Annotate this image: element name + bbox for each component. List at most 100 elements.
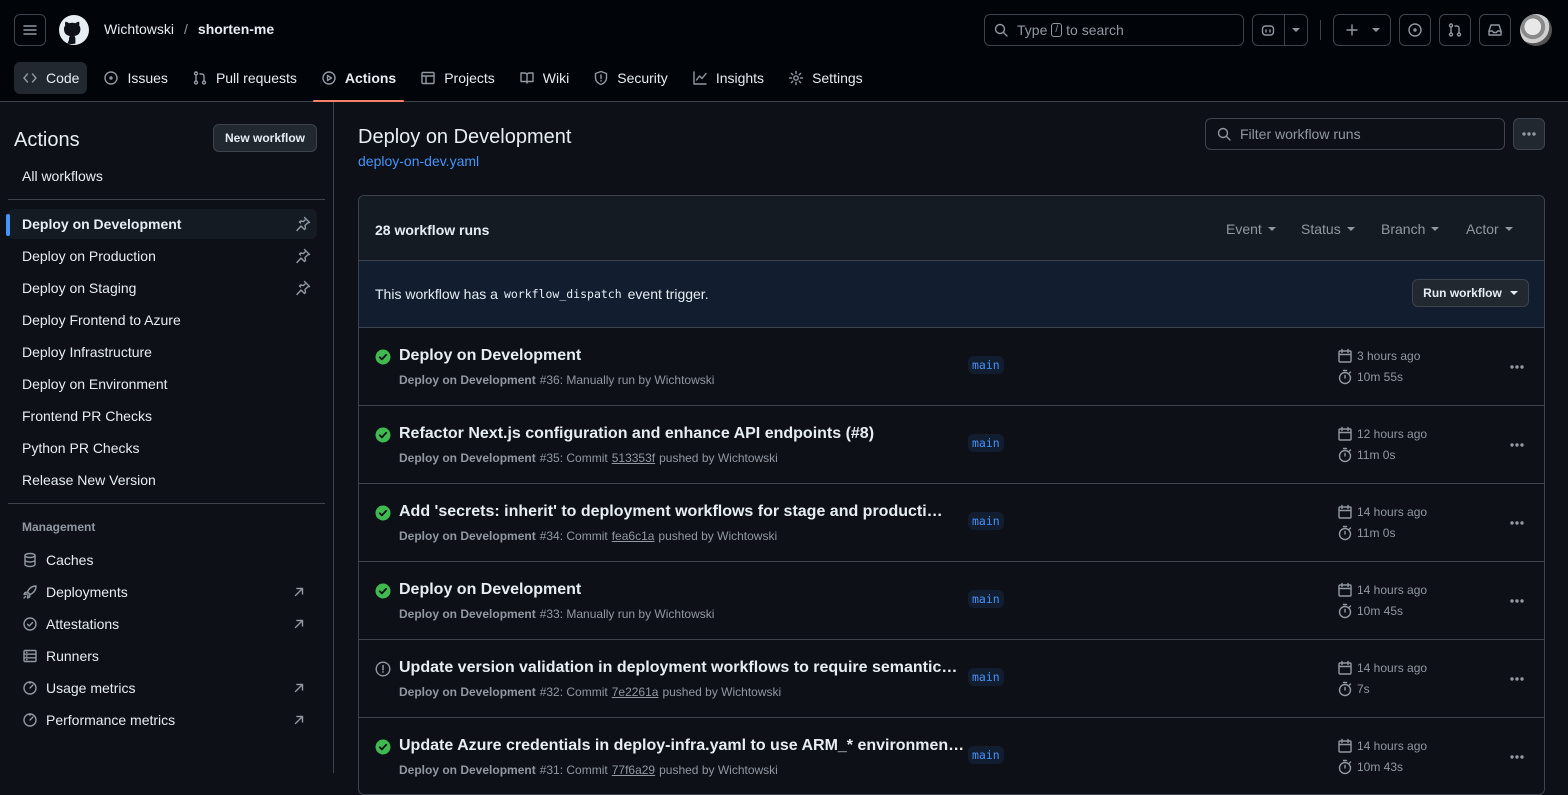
- branch-badge[interactable]: main: [968, 746, 1004, 764]
- sidebar-item-runners[interactable]: Runners: [8, 641, 317, 671]
- pin-icon[interactable]: [295, 248, 311, 264]
- run-title-link[interactable]: Add 'secrets: inherit' to deployment wor…: [399, 503, 943, 521]
- run-timestamp: 12 hours ago: [1337, 426, 1427, 442]
- run-time-ago: 14 hours ago: [1357, 505, 1428, 519]
- sidebar-item-attestations[interactable]: Attestations: [8, 609, 317, 639]
- sidebar-workflow-item[interactable]: Frontend PR Checks: [8, 401, 317, 431]
- sidebar-title: Actions: [14, 129, 80, 151]
- calendar-icon: [1338, 504, 1352, 519]
- workflow-run-row[interactable]: Deploy on Development Deploy on Developme…: [359, 328, 1544, 406]
- run-options-button[interactable]: [1504, 668, 1530, 690]
- run-title-link[interactable]: Update version validation in deployment …: [399, 659, 957, 677]
- search-input[interactable]: Type / to search: [984, 14, 1244, 46]
- copilot-icon: [1261, 25, 1275, 36]
- workflow-options-button[interactable]: [1513, 118, 1545, 150]
- run-options-button[interactable]: [1504, 356, 1530, 378]
- tab-settings[interactable]: Settings: [780, 62, 871, 94]
- tab-projects[interactable]: Projects: [412, 62, 503, 94]
- commit-sha-link[interactable]: 513353f: [612, 451, 655, 465]
- stopwatch-icon: [1338, 681, 1352, 697]
- commit-sha-link[interactable]: fea6c1a: [612, 529, 655, 543]
- copilot-button[interactable]: [1252, 14, 1308, 46]
- new-workflow-button[interactable]: New workflow: [213, 124, 317, 152]
- sidebar-item-all-workflows[interactable]: All workflows: [8, 161, 317, 191]
- run-workflow-name: Deploy on Development: [399, 685, 536, 699]
- branch-badge[interactable]: main: [968, 668, 1004, 686]
- sidebar-item-caches[interactable]: Caches: [8, 545, 317, 575]
- inbox-button[interactable]: [1479, 14, 1511, 46]
- run-options-button[interactable]: [1504, 512, 1530, 534]
- branch-filter-dropdown[interactable]: Branch: [1381, 221, 1440, 237]
- repo-owner-link[interactable]: Wichtowski: [104, 21, 174, 37]
- pull-requests-button[interactable]: [1439, 14, 1471, 46]
- repo-name-link[interactable]: shorten-me: [198, 21, 274, 37]
- search-suffix: to search: [1066, 22, 1124, 38]
- workflow-run-row[interactable]: Deploy on Development Deploy on Developme…: [359, 562, 1544, 640]
- workflow-run-row[interactable]: Update Azure credentials in deploy-infra…: [359, 718, 1544, 794]
- pull-request-icon: [1448, 23, 1462, 37]
- tab-security[interactable]: Security: [585, 62, 676, 94]
- workflow-file-link[interactable]: deploy-on-dev.yaml: [358, 153, 479, 169]
- issue-icon: [104, 71, 119, 85]
- sidebar-item-deployments[interactable]: Deployments: [8, 577, 317, 607]
- github-logo-icon[interactable]: [58, 14, 90, 46]
- branch-badge[interactable]: main: [968, 434, 1004, 452]
- event-filter-dropdown[interactable]: Event: [1226, 221, 1276, 237]
- search-prefix: Type: [1017, 22, 1048, 38]
- tab-actions[interactable]: Actions: [312, 62, 405, 102]
- workflow-run-row[interactable]: Update version validation in deployment …: [359, 640, 1544, 718]
- pin-icon[interactable]: [295, 280, 311, 296]
- sidebar-workflow-item[interactable]: Deploy Frontend to Azure: [8, 305, 317, 335]
- tab-issues[interactable]: Issues: [95, 62, 175, 94]
- actor-filter-dropdown[interactable]: Actor: [1466, 221, 1513, 237]
- run-workflow-button[interactable]: Run workflow: [1412, 279, 1529, 307]
- workflow-run-row[interactable]: Refactor Next.js configuration and enhan…: [359, 406, 1544, 484]
- run-title-link[interactable]: Update Azure credentials in deploy-infra…: [399, 737, 964, 755]
- sidebar-workflow-item[interactable]: Deploy Infrastructure: [8, 337, 317, 367]
- dispatch-post: event trigger.: [627, 286, 709, 302]
- actions-sidebar: Actions New workflow All workflows Deplo…: [0, 102, 334, 773]
- run-timestamp: 3 hours ago: [1337, 348, 1420, 364]
- pin-icon[interactable]: [295, 216, 311, 232]
- issues-button[interactable]: [1399, 14, 1431, 46]
- run-pushed-by: pushed by Wichtowski: [662, 685, 782, 699]
- branch-badge[interactable]: main: [968, 512, 1004, 530]
- sidebar-item-performance-metrics[interactable]: Performance metrics: [8, 705, 317, 735]
- tab-insights[interactable]: Insights: [684, 62, 772, 94]
- tab-code[interactable]: Code: [14, 62, 88, 94]
- branch-badge[interactable]: main: [968, 590, 1004, 608]
- run-meta: Deploy on Development #34: Commit fea6c1a p…: [399, 529, 777, 543]
- tab-pull-requests[interactable]: Pull requests: [184, 62, 305, 94]
- run-title-link[interactable]: Deploy on Development: [399, 581, 581, 599]
- global-header: Wichtowski / shorten-me Type / to search: [0, 0, 1568, 102]
- run-status: [375, 505, 391, 521]
- create-new-button[interactable]: [1333, 14, 1391, 46]
- tab-wiki[interactable]: Wiki: [511, 62, 577, 94]
- run-meta: Deploy on Development #32: Commit 7e2261a p…: [399, 685, 781, 699]
- breadcrumb-separator: /: [184, 21, 188, 37]
- run-title-link[interactable]: Deploy on Development: [399, 347, 581, 365]
- status-filter-dropdown[interactable]: Status: [1301, 221, 1355, 237]
- commit-sha-link[interactable]: 77f6a29: [612, 763, 655, 777]
- run-options-button[interactable]: [1504, 434, 1530, 456]
- sidebar-workflow-item[interactable]: Python PR Checks: [8, 433, 317, 463]
- commit-sha-link[interactable]: 7e2261a: [612, 685, 659, 699]
- search-icon: [1217, 127, 1231, 141]
- sidebar-workflow-item[interactable]: Deploy on Development: [6, 209, 317, 239]
- page-title: Deploy on Development: [358, 126, 572, 148]
- sidebar-workflow-item[interactable]: Deploy on Production: [8, 241, 317, 271]
- menu-button[interactable]: [14, 14, 46, 46]
- management-heading: Management: [22, 520, 96, 534]
- filter-workflow-runs-input[interactable]: Filter workflow runs: [1205, 118, 1505, 150]
- sidebar-item-usage-metrics[interactable]: Usage metrics: [8, 673, 317, 703]
- run-title-link[interactable]: Refactor Next.js configuration and enhan…: [399, 425, 874, 443]
- sidebar-workflow-item[interactable]: Release New Version: [8, 465, 317, 495]
- branch-badge[interactable]: main: [968, 356, 1004, 374]
- workflow-run-row[interactable]: Add 'secrets: inherit' to deployment wor…: [359, 484, 1544, 562]
- avatar[interactable]: [1520, 14, 1552, 46]
- caches-label: Caches: [46, 552, 94, 568]
- run-options-button[interactable]: [1504, 590, 1530, 612]
- sidebar-workflow-item[interactable]: Deploy on Staging: [8, 273, 317, 303]
- run-options-button[interactable]: [1504, 746, 1530, 768]
- sidebar-workflow-item[interactable]: Deploy on Environment: [8, 369, 317, 399]
